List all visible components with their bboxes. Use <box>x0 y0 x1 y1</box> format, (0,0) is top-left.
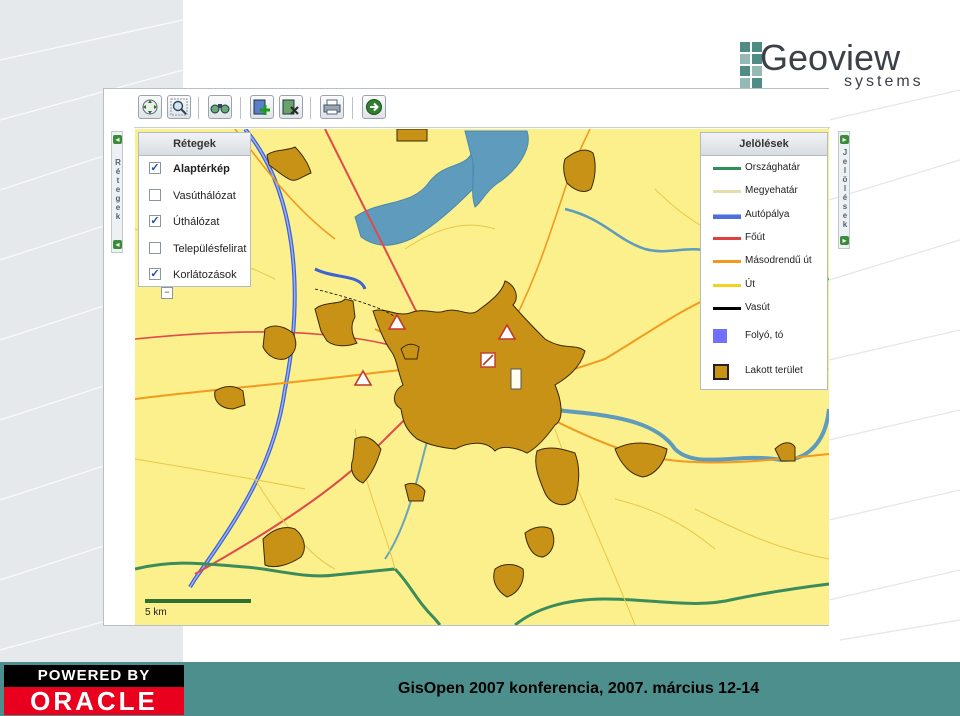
layer-label: Településfelirat <box>173 242 247 255</box>
legend-symbol <box>713 364 729 380</box>
tab-letter: g <box>115 194 121 203</box>
tab-letter: k <box>842 220 848 229</box>
legend-side-tab[interactable]: ▸ Jelölések ▸ <box>838 131 850 249</box>
pan-button[interactable] <box>138 95 162 119</box>
legend-symbol <box>713 306 741 310</box>
legend-label: Folyó, tó <box>745 330 784 341</box>
legend-label: Út <box>745 278 755 290</box>
delete-marker-icon <box>282 99 299 115</box>
legend-label: Országhatár <box>745 162 801 173</box>
binoculars-icon <box>210 104 230 114</box>
tab-letter: e <box>842 211 848 220</box>
checked-checkbox[interactable]: ✓ <box>149 162 161 174</box>
binoculars-button[interactable] <box>208 95 232 119</box>
pan-icon <box>142 99 158 115</box>
layers-side-tab[interactable]: ◂ Rétegek ◂ <box>111 131 123 253</box>
collapse-right-icon[interactable]: ▸ <box>840 135 849 144</box>
powered-by-oracle-logo: POWERED BY ORACLE <box>4 665 184 715</box>
tab-letter: e <box>842 157 848 166</box>
checked-checkbox[interactable]: ✓ <box>149 268 161 280</box>
legend-symbol <box>713 283 741 287</box>
collapse-left-icon[interactable]: ◂ <box>113 135 122 144</box>
legend-tab-label: Jelölések <box>839 148 851 229</box>
legend-symbol <box>713 260 741 264</box>
tab-letter: k <box>115 212 121 221</box>
tab-letter: é <box>115 167 121 176</box>
legend-symbol <box>713 167 741 170</box>
tab-letter: l <box>843 166 847 175</box>
add-marker-icon <box>253 99 270 115</box>
layers-tab-label: Rétegek <box>112 158 124 221</box>
tab-letter: é <box>842 193 848 202</box>
add-marker-button[interactable] <box>250 95 274 119</box>
tab-letter: e <box>115 203 121 212</box>
layer-label: Alaptérkép <box>173 163 230 175</box>
legend-label: Autópálya <box>745 208 790 220</box>
tab-letter: J <box>842 148 848 157</box>
toolbar-separator <box>240 97 241 119</box>
expand-right-icon[interactable]: ▸ <box>840 236 849 245</box>
zoom-magnifier-icon <box>170 98 188 116</box>
oracle-text: ORACLE <box>4 687 184 715</box>
legend-label: Vasút <box>745 301 770 313</box>
tab-letter: R <box>115 158 121 167</box>
map-application-window: ◂ Rétegek ◂ 5 km Rétegek ✓ Alaptérkép Va… <box>103 88 850 626</box>
printer-icon <box>323 99 341 115</box>
logo-subtext: systems <box>844 73 924 90</box>
map-canvas[interactable]: 5 km Rétegek ✓ Alaptérkép Vasúthálózat ✓ Úth… <box>135 129 829 625</box>
legend-symbol <box>713 190 741 194</box>
legend-label: Megyehatár <box>745 185 798 197</box>
delete-marker-button[interactable] <box>279 95 303 119</box>
layers-collapse-button[interactable]: − <box>161 287 173 299</box>
legend-symbol <box>713 213 741 219</box>
legend-label: Főút <box>745 231 766 243</box>
checked-checkbox[interactable]: ✓ <box>149 215 161 227</box>
tab-letter: l <box>843 184 847 193</box>
toolbar-separator <box>310 97 311 119</box>
legend-panel-title: Jelölések <box>701 133 827 156</box>
unchecked-checkbox[interactable] <box>149 241 161 254</box>
logo-text: Geoview <box>760 37 901 78</box>
conference-caption: GisOpen 2007 konferencia, 2007. március … <box>398 680 760 697</box>
arrow-right-icon <box>366 99 382 115</box>
map-scale-bar: 5 km <box>145 599 255 619</box>
tab-letter: e <box>115 185 121 194</box>
toolbar-separator <box>352 97 353 119</box>
legend-panel: Jelölések Országhatár Megyehatár Autópálya… <box>700 132 828 390</box>
layers-panel: Rétegek ✓ Alaptérkép Vasúthálózat ✓ Úthálóza… <box>138 132 251 287</box>
legend-label: Lakott terület <box>745 365 803 376</box>
map-toolbar <box>134 89 830 128</box>
tab-letter: t <box>116 176 120 185</box>
toolbar-separator <box>198 97 199 119</box>
print-button[interactable] <box>320 95 344 119</box>
powered-by-text: POWERED BY <box>4 665 184 687</box>
layer-label: Korlátozások <box>173 269 237 281</box>
scale-bar-line <box>145 599 251 603</box>
layer-label: Vasúthálózat <box>173 189 236 202</box>
legend-label: Másodrendű út <box>745 255 812 267</box>
zoom-button[interactable] <box>167 95 191 119</box>
layers-panel-title: Rétegek <box>139 133 250 156</box>
tab-letter: s <box>842 202 848 211</box>
expand-left-icon[interactable]: ◂ <box>113 240 122 249</box>
layer-label: Úthálózat <box>173 216 220 228</box>
go-button[interactable] <box>362 95 386 119</box>
scale-bar-label: 5 km <box>145 607 167 618</box>
tab-letter: ö <box>842 175 848 184</box>
legend-symbol <box>713 329 727 343</box>
unchecked-checkbox[interactable] <box>149 188 161 201</box>
legend-symbol <box>713 236 741 240</box>
